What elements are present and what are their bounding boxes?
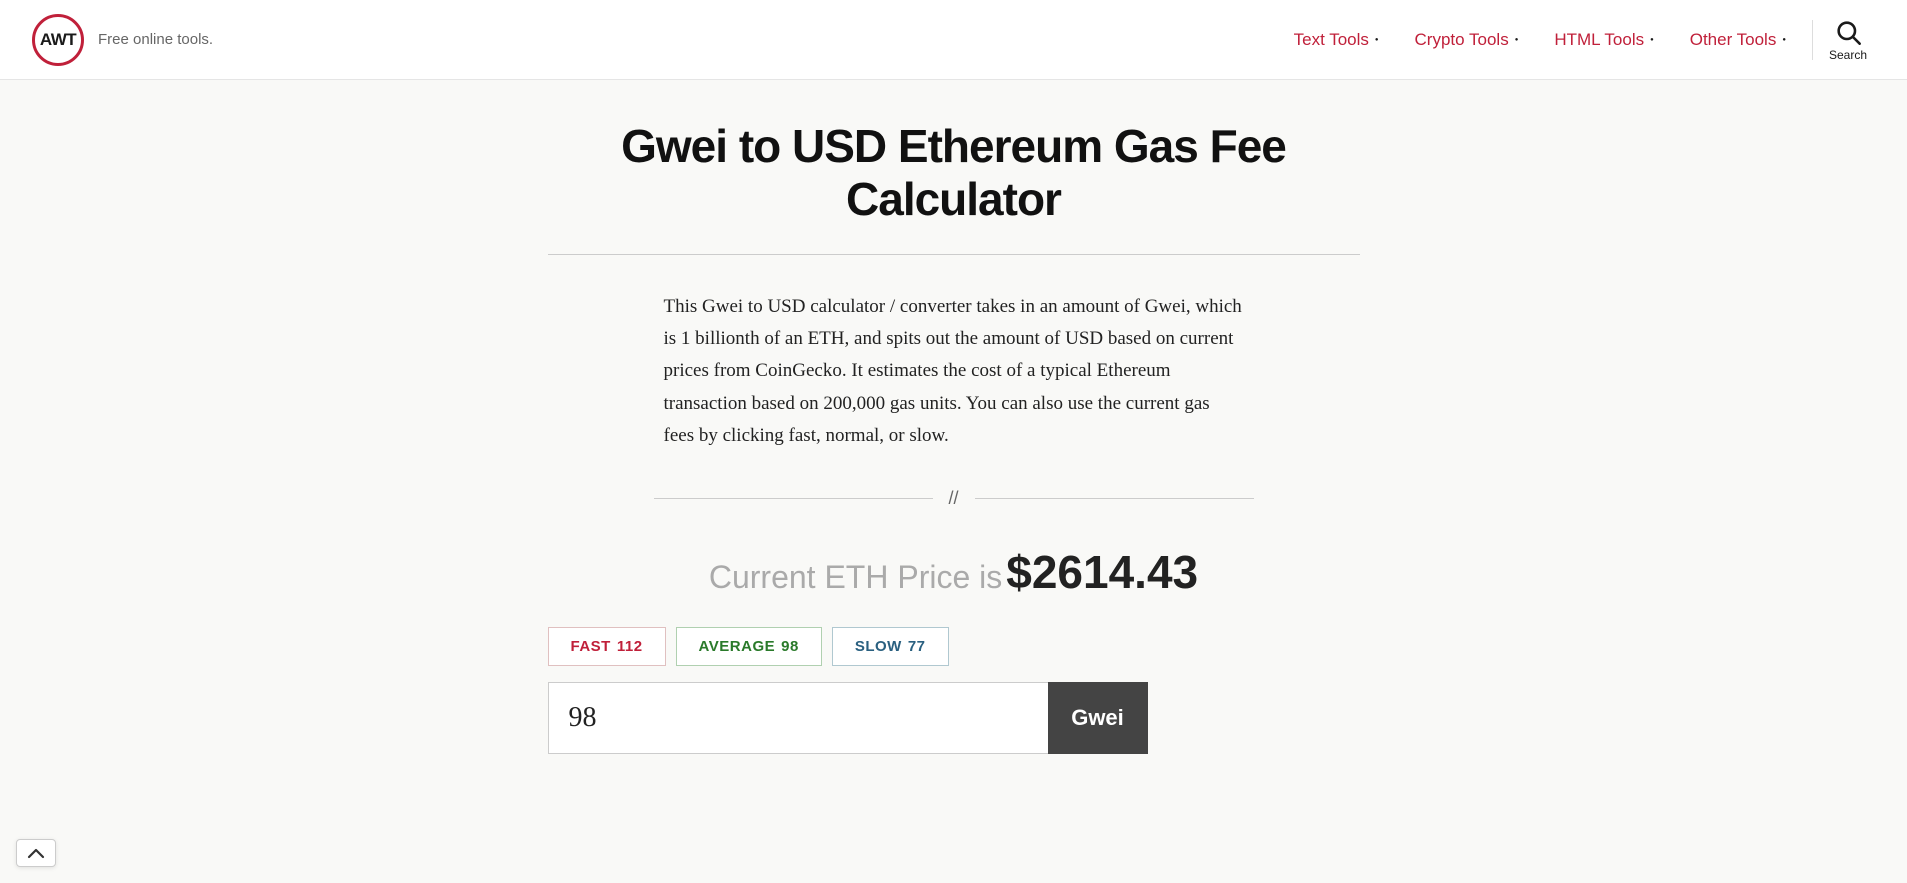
nav-crypto-tools[interactable]: Crypto Tools ● [1397,30,1537,50]
gwei-input-wrap: Gwei [548,682,1148,754]
gas-average-value: 98 [781,638,799,655]
page-description: This Gwei to USD calculator / converter … [664,291,1244,452]
gas-buttons-group: FAST 112 AVERAGE 98 SLOW 77 [548,627,1360,666]
gwei-input[interactable] [548,682,1048,754]
scroll-up-button[interactable] [16,839,56,867]
nav-dot-2: ● [1515,37,1519,43]
eth-price-label: Current ETH Price is [709,559,1002,595]
gas-fast-label: FAST [571,638,611,655]
main-nav: Text Tools ● Crypto Tools ● HTML Tools ●… [1276,18,1875,62]
nav-other-tools[interactable]: Other Tools ● [1672,30,1804,50]
chevron-up-icon [27,847,45,859]
gas-button-slow[interactable]: SLOW 77 [832,627,949,666]
gas-slow-value: 77 [908,638,926,655]
title-divider [548,254,1360,255]
search-label: Search [1829,48,1867,62]
nav-dot-3: ● [1650,37,1654,43]
logo-tagline: Free online tools. [98,31,213,48]
eth-price-value: $2614.43 [1006,546,1198,598]
logo-link[interactable]: AWT Free online tools. [32,14,213,66]
logo-initials: AWT [40,30,76,50]
gas-button-fast[interactable]: FAST 112 [548,627,666,666]
search-icon [1834,18,1862,46]
header: AWT Free online tools. Text Tools ● Cryp… [0,0,1907,80]
gas-average-label: AVERAGE [699,638,776,655]
nav-dot-4: ● [1782,37,1786,43]
page-title: Gwei to USD Ethereum Gas Fee Calculator [548,120,1360,226]
section-divider: // [654,488,1254,509]
main-content: Gwei to USD Ethereum Gas Fee Calculator … [524,120,1384,814]
gas-fast-value: 112 [617,638,643,655]
gas-slow-label: SLOW [855,638,902,655]
divider-line-left [654,498,933,499]
eth-price-section: Current ETH Price is $2614.43 [548,545,1360,599]
nav-divider [1812,20,1813,60]
nav-dot-1: ● [1375,37,1379,43]
logo-circle: AWT [32,14,84,66]
nav-html-tools[interactable]: HTML Tools ● [1536,30,1671,50]
divider-line-right [975,498,1254,499]
divider-symbol: // [949,488,959,509]
gas-button-average[interactable]: AVERAGE 98 [676,627,822,666]
nav-text-tools[interactable]: Text Tools ● [1276,30,1397,50]
gwei-unit-label: Gwei [1048,682,1148,754]
search-button[interactable]: Search [1821,18,1875,62]
